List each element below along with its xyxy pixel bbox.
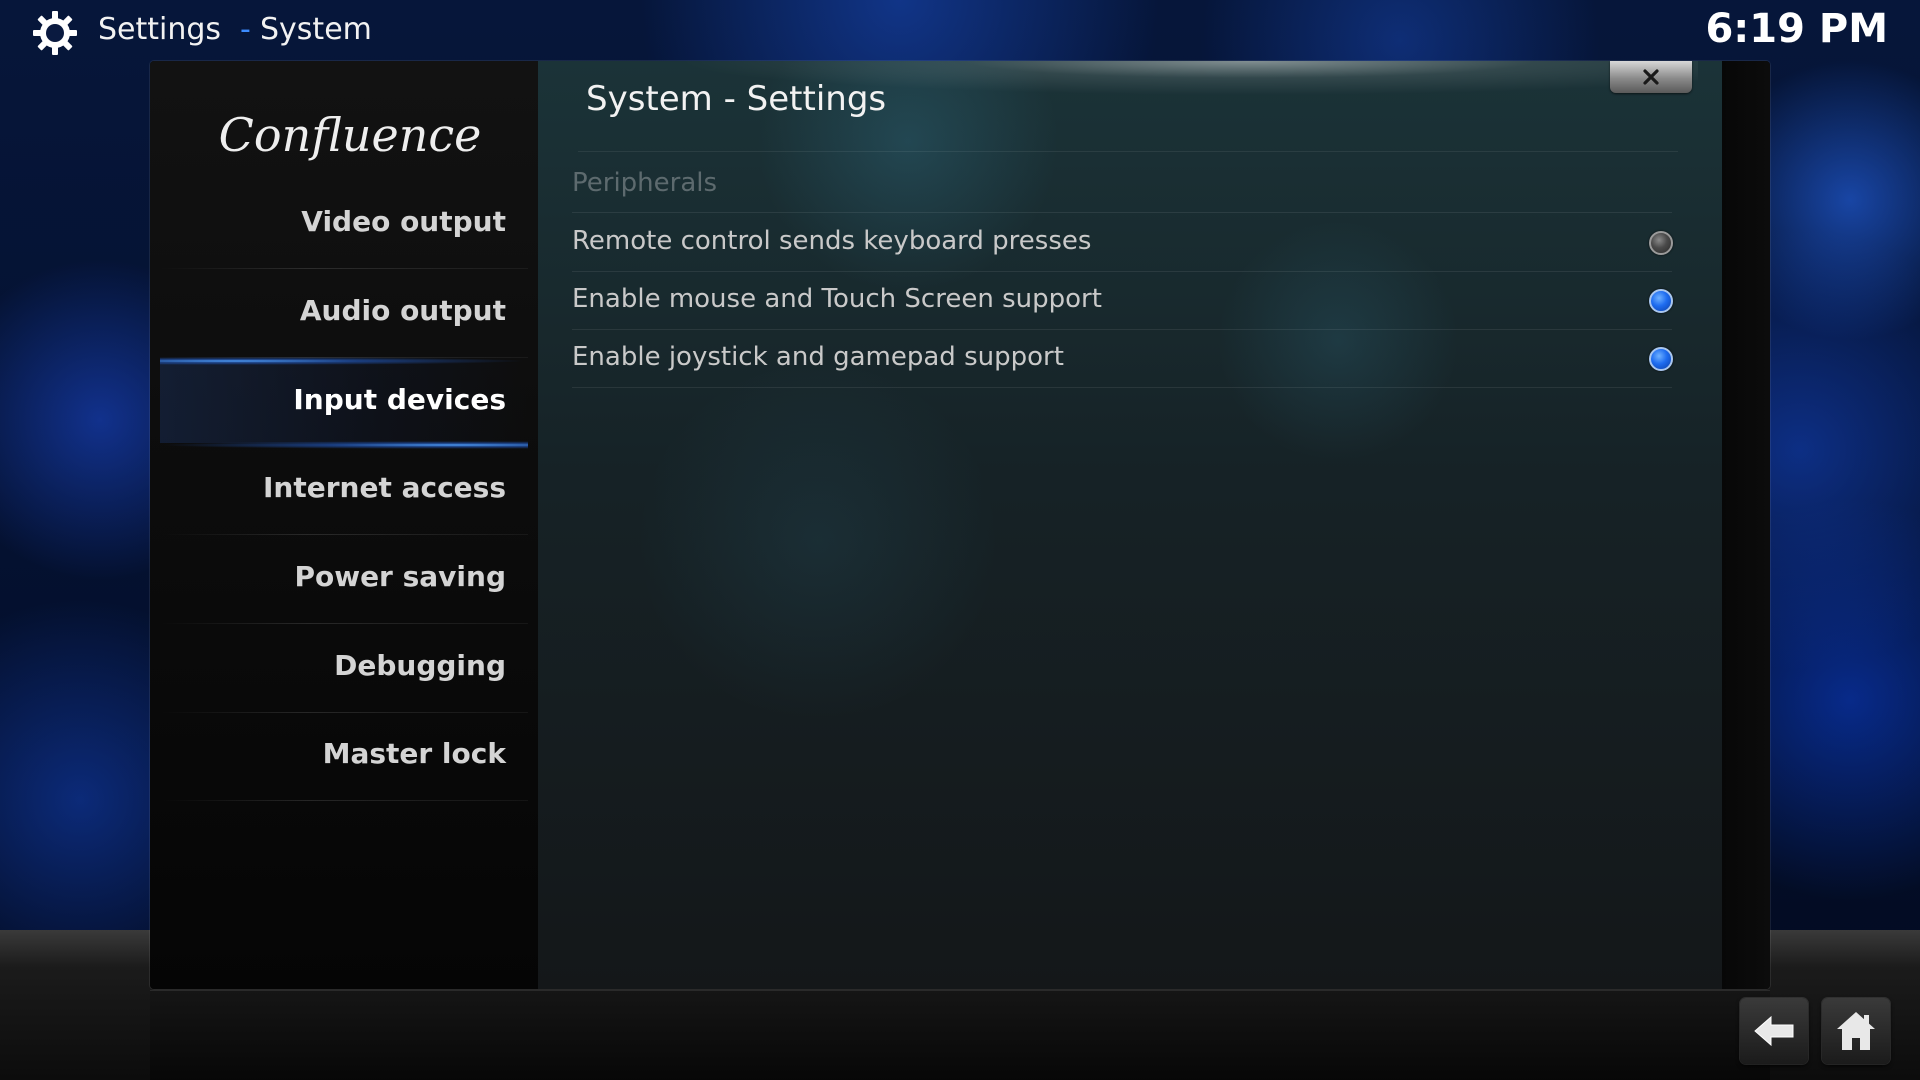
toggle-radio[interactable]	[1649, 347, 1673, 371]
section-title: Peripherals	[572, 168, 718, 198]
header-subtitle: System	[260, 12, 372, 47]
divider	[160, 268, 528, 269]
divider	[160, 800, 528, 801]
sidebar-item-master-lock[interactable]: Master lock	[160, 713, 528, 801]
setting-label: Remote control sends keyboard presses	[572, 226, 1092, 256]
sidebar-item-label: Video output	[301, 205, 506, 238]
top-header: Settings - System 6:19 PM	[0, 0, 1920, 62]
setting-joystick-gamepad[interactable]: Enable joystick and gamepad support	[572, 330, 1673, 388]
kodi-screen: Settings - System 6:19 PM Confluence Vid…	[0, 0, 1920, 1080]
sidebar-item-debugging[interactable]: Debugging	[160, 625, 528, 713]
toggle-radio[interactable]	[1649, 289, 1673, 313]
sidebar-item-label: Audio output	[299, 294, 506, 327]
sidebar: Confluence Video output Audio output Inp…	[150, 61, 538, 989]
sidebar-item-power-saving[interactable]: Power saving	[160, 536, 528, 624]
header-separator: -	[240, 12, 251, 47]
row-divider	[572, 387, 1672, 388]
sidebar-item-label: Input devices	[293, 383, 506, 416]
bottom-bar	[150, 990, 1770, 1080]
logo-text: Confluence	[220, 108, 480, 162]
sidebar-item-label: Power saving	[294, 560, 506, 593]
sidebar-item-label: Master lock	[322, 737, 506, 770]
sidebar-item-video-output[interactable]: Video output	[160, 181, 528, 269]
back-arrow-icon	[1754, 1015, 1794, 1047]
home-icon	[1837, 1012, 1875, 1050]
gear-icon	[33, 11, 77, 55]
settings-window: Confluence Video output Audio output Inp…	[150, 61, 1770, 989]
setting-label: Enable mouse and Touch Screen support	[572, 284, 1102, 314]
divider	[160, 534, 528, 535]
confluence-logo: Confluence	[220, 108, 480, 162]
header-title: Settings	[98, 12, 222, 47]
back-button[interactable]	[1740, 998, 1808, 1064]
page-title: System - Settings	[586, 79, 887, 119]
sidebar-item-internet-access[interactable]: Internet access	[160, 447, 528, 535]
close-button[interactable]	[1610, 61, 1692, 93]
setting-label: Enable joystick and gamepad support	[572, 342, 1064, 372]
clock: 6:19 PM	[1705, 6, 1888, 52]
title-divider	[578, 151, 1678, 152]
toggle-radio[interactable]	[1649, 231, 1673, 255]
sidebar-item-label: Debugging	[334, 649, 506, 682]
close-icon	[1643, 69, 1659, 85]
divider	[160, 623, 528, 624]
content-edge	[1722, 61, 1770, 989]
setting-remote-keyboard[interactable]: Remote control sends keyboard presses	[572, 214, 1673, 272]
selection-glow-top	[160, 357, 528, 365]
sidebar-item-label: Internet access	[262, 471, 506, 504]
section-header-peripherals: Peripherals	[572, 156, 1672, 213]
setting-mouse-touch[interactable]: Enable mouse and Touch Screen support	[572, 272, 1673, 330]
sidebar-item-audio-output[interactable]: Audio output	[160, 270, 528, 358]
row-divider	[572, 212, 1672, 213]
sidebar-item-input-devices[interactable]: Input devices	[160, 357, 528, 449]
home-button[interactable]	[1822, 998, 1890, 1064]
